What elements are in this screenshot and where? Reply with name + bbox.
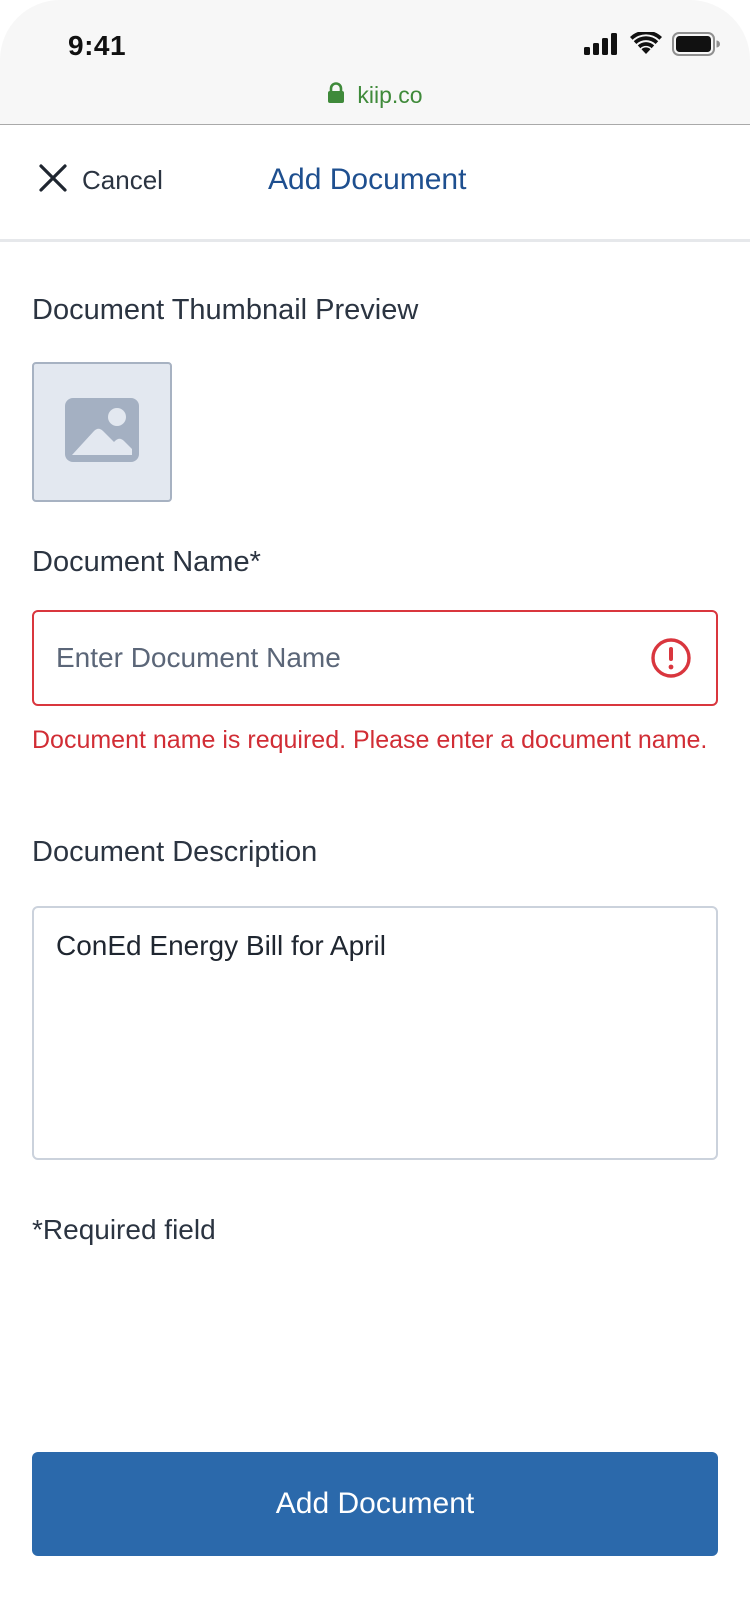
cancel-label: Cancel — [82, 165, 163, 195]
thumbnail-preview[interactable] — [32, 362, 172, 502]
lock-icon — [327, 82, 345, 109]
phone-screen: 9:41 kiip.co Cancel Add Document Documen… — [0, 0, 750, 1604]
document-description-label: Document Description — [32, 836, 318, 868]
battery-icon — [672, 31, 720, 61]
document-name-input[interactable] — [56, 612, 616, 704]
cancel-button[interactable]: Cancel — [38, 163, 163, 198]
thumbnail-label: Document Thumbnail Preview — [32, 294, 419, 326]
add-document-button[interactable]: Add Document — [32, 1452, 718, 1556]
browser-bar: 9:41 kiip.co — [0, 0, 750, 125]
document-description-input[interactable]: ConEd Energy Bill for April — [32, 906, 718, 1160]
status-time: 9:41 — [68, 30, 127, 61]
document-name-field — [32, 610, 718, 706]
wifi-icon — [630, 30, 662, 61]
document-name-error: Document name is required. Please enter … — [32, 726, 708, 754]
alert-circle-icon — [650, 637, 692, 679]
app-header: Cancel Add Document — [0, 125, 750, 242]
image-placeholder-icon — [65, 397, 139, 467]
url-text: kiip.co — [357, 82, 423, 108]
cellular-signal-icon — [584, 32, 620, 60]
document-name-label: Document Name* — [32, 546, 261, 578]
close-icon — [38, 163, 68, 198]
status-icons — [584, 30, 720, 61]
address-bar[interactable]: kiip.co — [0, 82, 750, 109]
page-title: Add Document — [268, 163, 467, 196]
required-field-note: *Required field — [32, 1214, 216, 1245]
